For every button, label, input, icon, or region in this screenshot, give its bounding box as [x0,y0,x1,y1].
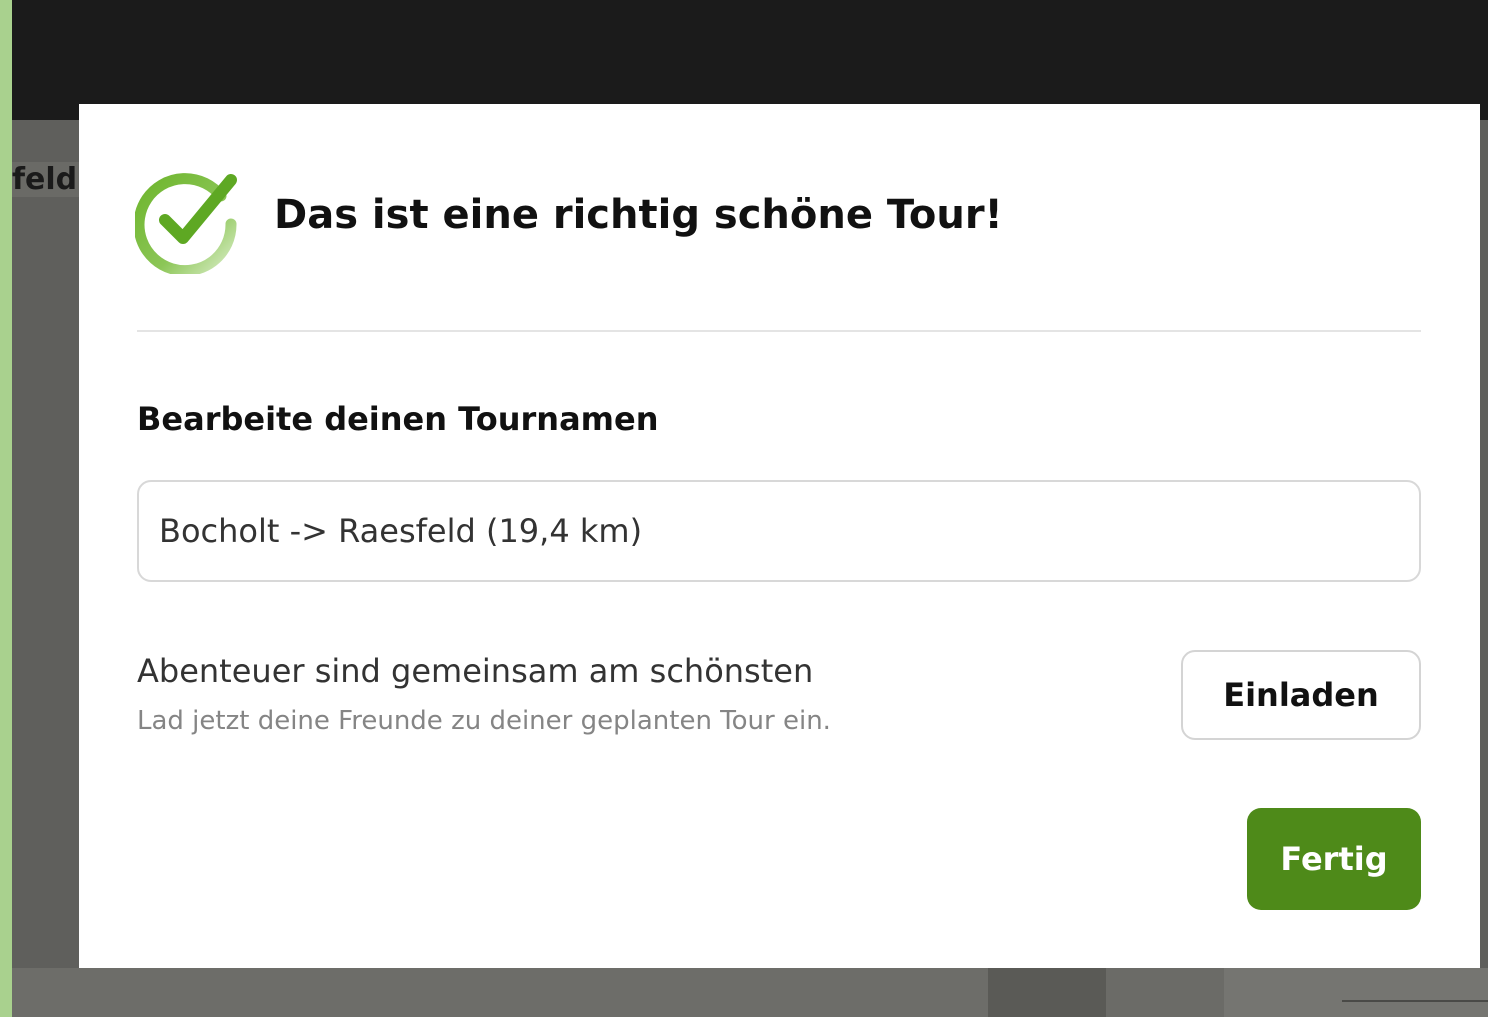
done-button[interactable]: Fertig [1247,808,1421,910]
background-segment [1106,968,1224,1017]
invite-heading: Abenteuer sind gemeinsam am schönsten [137,652,814,690]
invite-button[interactable]: Einladen [1181,650,1421,740]
check-circle-icon [135,173,237,274]
tour-name-label: Bearbeite deinen Tournamen [137,400,659,438]
background-divider [1342,1000,1488,1002]
tour-name-input[interactable] [137,480,1421,582]
top-bar [12,0,1488,120]
dialog-title: Das ist eine richtig schöne Tour! [274,192,1003,238]
invite-description: Lad jetzt deine Freunde zu deiner geplan… [137,706,831,736]
divider [137,330,1421,332]
background-bottom-strip [12,968,1488,1017]
background-tour-title-fragment: feld [12,162,84,197]
background-segment [1224,968,1488,1017]
tour-saved-dialog: Das ist eine richtig schöne Tour! Bearbe… [79,104,1480,968]
background-segment [988,968,1106,1017]
